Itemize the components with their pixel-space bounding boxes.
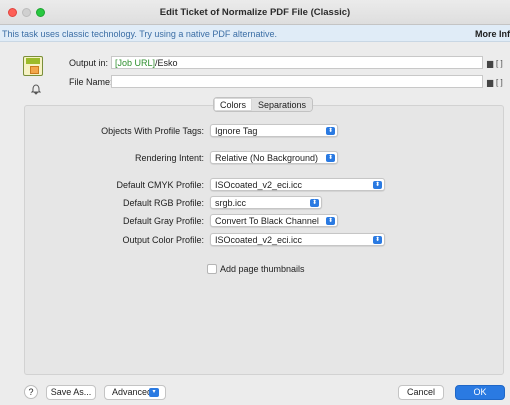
objects-profile-tags-popup[interactable]: Ignore Tag ⬍	[210, 124, 338, 137]
default-cmyk-value: ISOcoated_v2_eci.icc	[215, 180, 303, 190]
output-in-value: [Job URL]/Esko	[115, 58, 178, 68]
chevron-updown-icon: ⬍	[373, 236, 382, 244]
objects-profile-tags-label: Objects With Profile Tags:	[101, 126, 204, 136]
chevron-updown-icon: ⬍	[373, 181, 382, 189]
output-in-field[interactable]: [Job URL]/Esko	[111, 56, 483, 69]
chevron-updown-icon: ⬍	[326, 154, 335, 162]
rendering-intent-popup[interactable]: Relative (No Background) ⬍	[210, 151, 338, 164]
chevron-updown-icon: ⬍	[326, 127, 335, 135]
tab-colors[interactable]: Colors	[214, 98, 253, 111]
tab-separations[interactable]: Separations	[252, 98, 313, 111]
output-color-label: Output Color Profile:	[122, 235, 204, 245]
default-cmyk-popup[interactable]: ISOcoated_v2_eci.icc ⬍	[210, 178, 385, 191]
chevron-down-icon: ▾	[149, 388, 159, 397]
output-color-value: ISOcoated_v2_eci.icc	[215, 235, 303, 245]
default-gray-label: Default Gray Profile:	[122, 216, 204, 226]
bell-icon[interactable]	[30, 84, 42, 98]
folder-icon[interactable]: ▆	[487, 59, 493, 68]
banner-text: This task uses classic technology. Try u…	[2, 29, 277, 39]
default-rgb-label: Default RGB Profile:	[122, 198, 204, 208]
advanced-label: Advanced	[112, 387, 153, 397]
variable-brackets-icon-2[interactable]: [ ]	[496, 78, 503, 87]
default-cmyk-label: Default CMYK Profile:	[116, 180, 204, 190]
cancel-button[interactable]: Cancel	[398, 385, 444, 400]
default-gray-value: Convert To Black Channel	[215, 216, 319, 226]
default-rgb-value: srgb.icc	[215, 198, 247, 208]
classic-technology-banner: This task uses classic technology. Try u…	[0, 25, 510, 42]
chevron-updown-icon: ⬍	[310, 199, 319, 207]
output-in-label: Output in:	[69, 58, 109, 68]
add-page-thumbnails-label[interactable]: Add page thumbnails	[220, 264, 305, 274]
help-button[interactable]: ?	[24, 385, 38, 399]
rendering-intent-value: Relative (No Background)	[215, 153, 319, 163]
more-info-link[interactable]: More Inf	[475, 29, 510, 39]
default-rgb-popup[interactable]: srgb.icc ⬍	[210, 196, 322, 209]
esko-pdf-icon	[23, 56, 43, 76]
file-name-field[interactable]	[111, 75, 483, 88]
file-name-label: File Name:	[69, 77, 113, 87]
folder-icon-2[interactable]: ▆	[487, 78, 493, 87]
variable-brackets-icon[interactable]: [ ]	[496, 59, 503, 68]
ok-button[interactable]: OK	[455, 385, 505, 400]
default-gray-popup[interactable]: Convert To Black Channel ⬍	[210, 214, 338, 227]
window-title: Edit Ticket of Normalize PDF File (Class…	[159, 7, 351, 18]
tab-control: Colors Separations	[213, 97, 314, 112]
chevron-updown-icon: ⬍	[326, 217, 335, 225]
objects-profile-tags-value: Ignore Tag	[215, 126, 258, 136]
title-bar: Edit Ticket of Normalize PDF File (Class…	[0, 0, 510, 25]
output-color-popup[interactable]: ISOcoated_v2_eci.icc ⬍	[210, 233, 385, 246]
add-page-thumbnails-checkbox[interactable]	[207, 264, 217, 274]
save-as-button[interactable]: Save As...	[46, 385, 96, 400]
rendering-intent-label: Rendering Intent:	[134, 153, 204, 163]
